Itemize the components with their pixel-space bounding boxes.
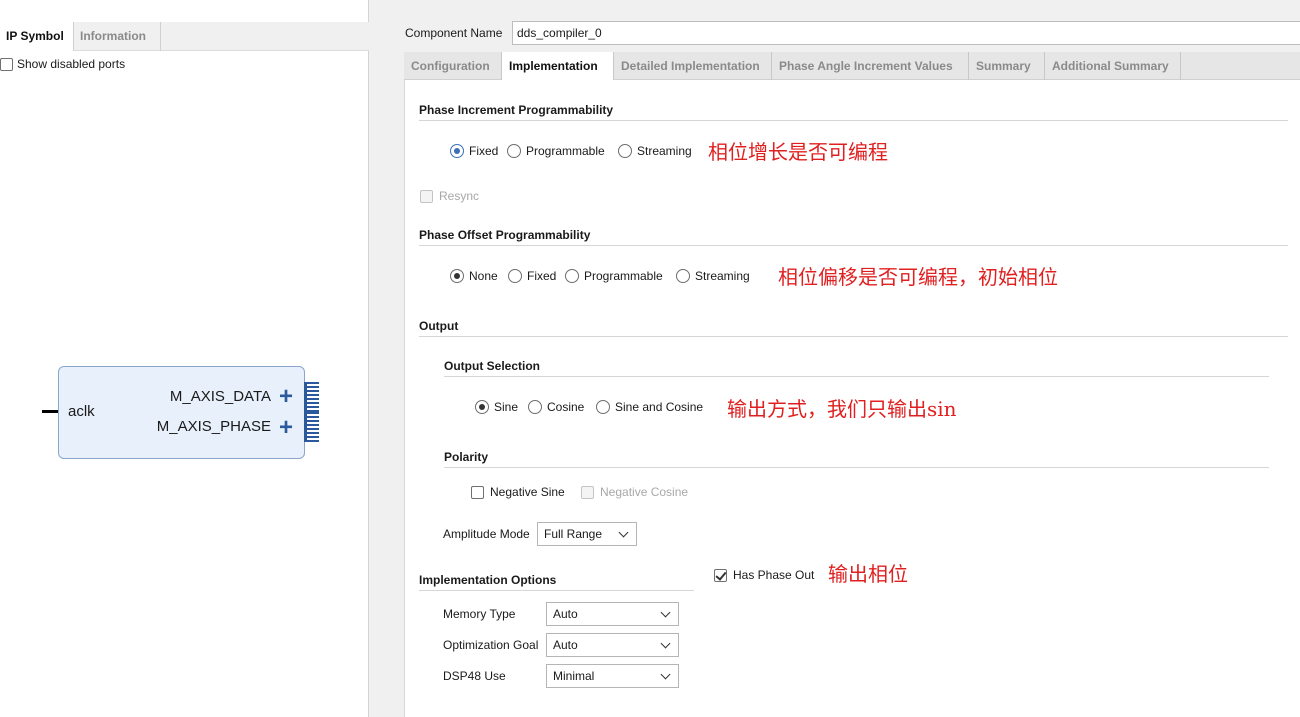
radio-icon[interactable]: [507, 144, 521, 158]
radio-icon[interactable]: [528, 400, 542, 414]
option-label: Fixed: [469, 144, 499, 158]
option-label: Fixed: [527, 269, 557, 283]
negative-sine-label: Negative Sine: [490, 485, 565, 499]
section-divider: [444, 376, 1269, 377]
radio-offset-fixed[interactable]: Fixed: [508, 269, 556, 283]
section-divider: [419, 120, 1288, 121]
expand-plus-icon[interactable]: +: [279, 385, 293, 409]
radio-offset-streaming[interactable]: Streaming: [676, 269, 750, 283]
tab-detailed-implementation[interactable]: Detailed Implementation: [614, 52, 772, 80]
option-label: Streaming: [637, 144, 692, 158]
expand-plus-icon[interactable]: +: [279, 416, 293, 440]
config-tab-bar: Configuration Implementation Detailed Im…: [404, 52, 1300, 80]
radio-output-sine-cosine[interactable]: Sine and Cosine: [596, 400, 703, 414]
phase-increment-title: Phase Increment Programmability: [419, 103, 614, 117]
aclk-port-wire: [42, 410, 58, 413]
radio-icon[interactable]: [475, 400, 489, 414]
tab-additional-summary[interactable]: Additional Summary: [1045, 52, 1181, 80]
checkbox-icon[interactable]: [714, 568, 727, 582]
radio-phase-inc-streaming[interactable]: Streaming: [618, 144, 692, 158]
radio-phase-inc-fixed[interactable]: Fixed: [450, 144, 498, 158]
memory-type-select[interactable]: Auto: [546, 602, 679, 626]
checkbox-icon: [581, 485, 594, 499]
radio-phase-inc-programmable[interactable]: Programmable: [507, 144, 605, 158]
chevron-down-icon: [618, 527, 629, 538]
show-disabled-ports-checkbox[interactable]: Show disabled ports: [0, 56, 125, 72]
ip-symbol-panel: IP Symbol Information Show disabled port…: [0, 0, 369, 717]
section-divider: [419, 245, 1288, 246]
tab-phase-angle-increment-values[interactable]: Phase Angle Increment Values: [772, 52, 969, 80]
checkbox-icon[interactable]: [0, 57, 13, 71]
phase-offset-title: Phase Offset Programmability: [419, 228, 591, 242]
section-divider: [444, 467, 1269, 468]
amplitude-mode-label: Amplitude Mode: [443, 527, 530, 541]
section-divider: [419, 590, 694, 591]
annotation-has-phase-out: 输出相位: [828, 562, 908, 586]
radio-icon[interactable]: [508, 269, 522, 283]
chevron-down-icon: [660, 669, 671, 680]
left-tab-bar: IP Symbol Information: [0, 22, 369, 51]
dsp48-use-select[interactable]: Minimal: [546, 664, 679, 688]
checkbox-icon[interactable]: [471, 485, 484, 499]
memory-type-value: Auto: [553, 607, 578, 621]
amplitude-mode-value: Full Range: [544, 527, 603, 541]
axis-bus-icon: [304, 412, 319, 442]
dsp48-use-value: Minimal: [553, 669, 595, 683]
annotation-phase-increment: 相位增长是否可编程: [708, 140, 888, 164]
m-axis-data-port-label: M_AXIS_DATA: [169, 388, 271, 405]
tab-summary[interactable]: Summary: [969, 52, 1045, 80]
implementation-options-title: Implementation Options: [419, 573, 557, 587]
negative-sine-checkbox[interactable]: Negative Sine: [471, 485, 565, 499]
radio-output-cosine[interactable]: Cosine: [528, 400, 584, 414]
checkbox-icon: [420, 189, 433, 203]
option-label: Programmable: [526, 144, 605, 158]
radio-icon[interactable]: [676, 269, 690, 283]
show-disabled-ports-label: Show disabled ports: [17, 57, 126, 71]
output-title: Output: [419, 319, 459, 333]
annotation-output-selection: 输出方式，我们只输出sin: [727, 397, 957, 421]
optimization-goal-select[interactable]: Auto: [546, 633, 679, 657]
tab-ip-symbol[interactable]: IP Symbol: [0, 22, 74, 51]
has-phase-out-checkbox[interactable]: Has Phase Out: [714, 568, 814, 582]
option-label: Streaming: [695, 269, 750, 283]
resync-label: Resync: [439, 189, 480, 203]
radio-offset-none[interactable]: None: [450, 269, 498, 283]
tab-implementation[interactable]: Implementation: [502, 52, 614, 80]
chevron-down-icon: [660, 607, 671, 618]
amplitude-mode-select[interactable]: Full Range: [537, 522, 637, 546]
radio-output-sine[interactable]: Sine: [475, 400, 518, 414]
option-label: None: [469, 269, 498, 283]
aclk-port-label: aclk: [68, 403, 95, 420]
negative-cosine-checkbox: Negative Cosine: [581, 485, 688, 499]
component-name-input[interactable]: dds_compiler_0: [512, 21, 1300, 45]
section-divider: [419, 336, 1288, 337]
negative-cosine-label: Negative Cosine: [600, 485, 689, 499]
radio-icon[interactable]: [565, 269, 579, 283]
optimization-goal-label: Optimization Goal: [443, 638, 539, 652]
radio-offset-programmable[interactable]: Programmable: [565, 269, 663, 283]
component-name-label: Component Name: [405, 26, 503, 40]
radio-icon[interactable]: [596, 400, 610, 414]
radio-icon[interactable]: [450, 269, 464, 283]
option-label: Sine and Cosine: [615, 400, 704, 414]
tab-information[interactable]: Information: [74, 22, 161, 51]
dsp48-use-label: DSP48 Use: [443, 669, 506, 683]
output-selection-title: Output Selection: [444, 359, 540, 373]
option-label: Sine: [494, 400, 519, 414]
ip-block-symbol: [58, 366, 305, 459]
radio-icon[interactable]: [618, 144, 632, 158]
resync-checkbox: Resync: [420, 189, 479, 203]
tab-configuration[interactable]: Configuration: [404, 52, 502, 80]
chevron-down-icon: [660, 638, 671, 649]
annotation-phase-offset: 相位偏移是否可编程，初始相位: [778, 265, 1058, 289]
option-label: Cosine: [547, 400, 585, 414]
m-axis-phase-port-label: M_AXIS_PHASE: [156, 418, 271, 435]
memory-type-label: Memory Type: [443, 607, 516, 621]
radio-icon[interactable]: [450, 144, 464, 158]
option-label: Programmable: [584, 269, 663, 283]
axis-bus-icon: [304, 382, 319, 412]
has-phase-out-label: Has Phase Out: [733, 568, 815, 582]
polarity-title: Polarity: [444, 450, 489, 464]
optimization-goal-value: Auto: [553, 638, 578, 652]
